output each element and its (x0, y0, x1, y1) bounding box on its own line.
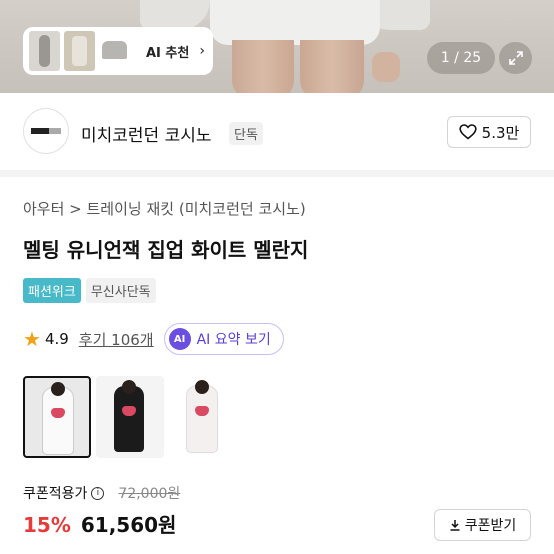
image-counter: 1 / 25 (427, 42, 495, 74)
recommend-thumbnail (64, 31, 95, 71)
heart-icon (459, 124, 477, 140)
ai-icon: AI (168, 328, 191, 350)
breadcrumb[interactable]: 아우터 > 트레이닝 재킷 (미치코런던 코시노) (23, 198, 306, 219)
discount-rate: 15% (23, 513, 71, 537)
coupon-price-label: 쿠폰적용가 (23, 486, 88, 502)
variant-thumbnail[interactable] (169, 376, 237, 458)
rating-row: ★ 4.9 후기 106개 AI AI 요약 보기 (23, 323, 284, 355)
ai-summary-button[interactable]: AI AI 요약 보기 (163, 323, 284, 355)
product-title: 멜팅 유니언잭 집업 화이트 멜란지 (23, 238, 309, 262)
ai-recommend-label: AI 추천 (146, 45, 190, 61)
leg-right (300, 40, 364, 93)
ai-recommend-button[interactable]: AI 추천 › (23, 27, 213, 75)
section-divider (0, 170, 554, 177)
product-tags: 패션위크 무신사단독 (23, 278, 156, 303)
color-variants (23, 376, 237, 458)
like-count: 5.3만 (481, 123, 520, 142)
coupon-price-label-row: 쿠폰적용가 i 72,000원 (23, 483, 180, 503)
shorts (210, 0, 380, 45)
tag-fashion-week: 패션위크 (23, 278, 81, 303)
rating-score: 4.9 (44, 330, 69, 348)
get-coupon-button[interactable]: 쿠폰받기 (434, 509, 531, 541)
leg-left (232, 40, 294, 93)
sleeve-left (140, 0, 210, 30)
recommend-thumbnail (29, 31, 60, 71)
variant-thumbnail[interactable] (23, 376, 91, 458)
brand-name[interactable]: 미치코런던 코시노 (81, 121, 212, 146)
like-button[interactable]: 5.3만 (447, 116, 531, 148)
brand-logo[interactable] (23, 108, 69, 154)
expand-icon (508, 51, 523, 65)
price-row: 15% 61,560원 (23, 509, 176, 538)
star-icon: ★ (23, 327, 41, 351)
brand-row: 미치코런던 코시노 단독 5.3만 (0, 106, 554, 162)
exclusive-badge: 단독 (229, 122, 263, 145)
expand-button[interactable] (499, 42, 532, 74)
reviews-link[interactable]: 후기 106개 (79, 329, 154, 350)
get-coupon-label: 쿠폰받기 (464, 518, 517, 534)
info-icon[interactable]: i (91, 486, 105, 500)
tag-musinsa-exclusive: 무신사단독 (85, 278, 156, 303)
recommend-thumbnail (99, 31, 130, 71)
download-icon (450, 520, 460, 531)
ai-summary-label: AI 요약 보기 (196, 332, 271, 348)
chevron-right-icon: › (199, 43, 205, 59)
original-price: 72,000원 (118, 486, 181, 502)
variant-thumbnail[interactable] (96, 376, 164, 458)
sale-price: 61,560원 (80, 513, 177, 537)
product-image-carousel[interactable]: AI 추천 › 1 / 25 (0, 0, 554, 93)
hand (372, 52, 400, 82)
